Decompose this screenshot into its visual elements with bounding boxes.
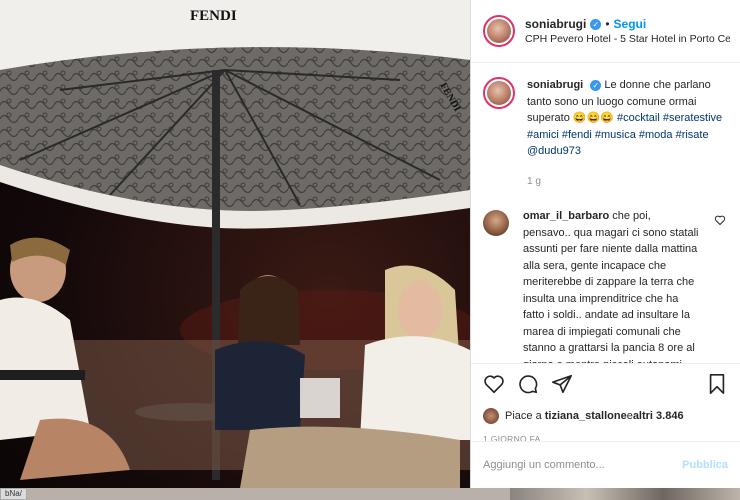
comment-icon[interactable] [517, 373, 539, 395]
likes-prefix: Piace a [505, 410, 542, 422]
separator-dot: • [605, 17, 610, 31]
bottom-strip: bNa/ [0, 488, 740, 500]
publish-button[interactable]: Pubblica [682, 459, 728, 471]
author-username[interactable]: soniabrugi [525, 17, 586, 31]
commenter-avatar[interactable] [483, 210, 509, 236]
heart-icon[interactable] [483, 373, 505, 395]
comment-item: omar_il_barbaro che poi, pensavo.. qua m… [483, 208, 728, 363]
comment-text: che poi, pensavo.. qua magari ci sono st… [523, 210, 699, 363]
add-comment-bar: Aggiungi un commento... Pubblica [471, 441, 740, 488]
author-avatar[interactable] [483, 15, 515, 47]
post-location[interactable]: CPH Pevero Hotel - 5 Star Hotel in Porto… [525, 33, 730, 45]
comments-list[interactable]: soniabrugi ✓ Le donne che parlano tanto … [471, 63, 740, 363]
post-details-panel: soniabrugi ✓ • Segui CPH Pevero Hotel - … [470, 0, 740, 488]
bookmark-icon[interactable] [706, 373, 728, 395]
verified-icon: ✓ [590, 18, 602, 30]
liker-avatar[interactable] [483, 408, 499, 424]
likes-others[interactable]: altri 3.846 [633, 410, 684, 422]
commenter-username[interactable]: omar_il_barbaro [523, 210, 609, 222]
photo-scene: FENDI FENDI [0, 0, 470, 488]
share-icon[interactable] [551, 373, 573, 395]
umbrella-brand: FENDI [190, 8, 237, 24]
caption-avatar[interactable] [483, 77, 515, 109]
verified-icon: ✓ [590, 80, 602, 91]
post-photo[interactable]: FENDI FENDI [0, 0, 470, 488]
caption: soniabrugi ✓ Le donne che parlano tanto … [483, 77, 728, 190]
comment-input[interactable]: Aggiungi un commento... [483, 459, 682, 471]
post-header: soniabrugi ✓ • Segui CPH Pevero Hotel - … [471, 0, 740, 63]
like-comment-heart-icon[interactable] [714, 214, 726, 226]
post-actions: Piace a tiziana_stallone e altri 3.846 1… [471, 363, 740, 444]
status-url-tab: bNa/ [0, 488, 27, 500]
likes-user[interactable]: tiziana_stallone [545, 410, 627, 422]
next-post-preview[interactable] [510, 488, 740, 500]
caption-username[interactable]: soniabrugi [527, 79, 583, 91]
follow-button[interactable]: Segui [614, 17, 647, 31]
caption-age[interactable]: 1 g [527, 174, 723, 191]
likes-summary[interactable]: Piace a tiziana_stallone e altri 3.846 [483, 408, 728, 424]
